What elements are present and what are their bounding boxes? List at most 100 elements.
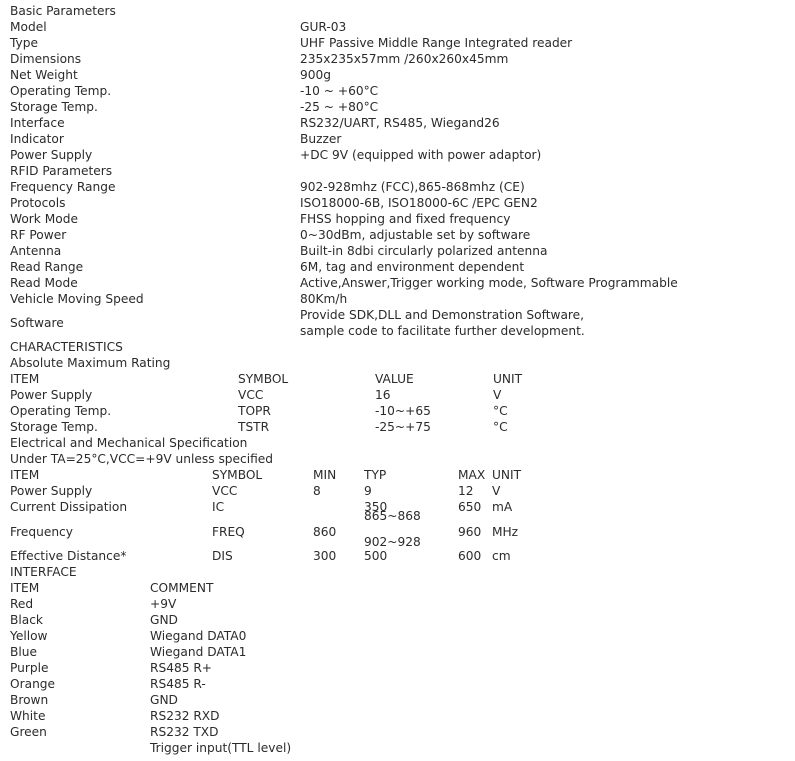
column-header-item: ITEM (10, 468, 40, 482)
section-heading-absolute-maximum-rating: Absolute Maximum Rating (0, 355, 795, 371)
cell-comment: Wiegand DATA0 (150, 629, 247, 643)
table-row-frequency-typ-line1: 865~868 (0, 508, 795, 524)
cell-symbol: TSTR (238, 420, 270, 434)
spec-value: 235x235x57mm /260x260x45mm (300, 52, 509, 66)
cell-comment: Wiegand DATA1 (150, 645, 247, 659)
section-heading-basic-parameters: Basic Parameters (0, 3, 795, 19)
spec-row-vehicle-moving-speed: Vehicle Moving Speed 80Km/h (0, 291, 795, 307)
column-header-symbol: SYMBOL (212, 468, 263, 482)
cell-comment: RS232 TXD (150, 725, 219, 739)
table-row: Black GND (0, 612, 795, 628)
spec-label: Interface (10, 116, 65, 130)
cell-symbol: TOPR (238, 404, 271, 418)
spec-row-dimensions: Dimensions 235x235x57mm /260x260x45mm (0, 51, 795, 67)
cell-max: 12 (458, 484, 474, 498)
column-header-typ: TYP (364, 468, 387, 482)
spec-label: Dimensions (10, 52, 82, 66)
table-header-absolute-maximum-rating: ITEM SYMBOL VALUE UNIT (0, 371, 795, 387)
spec-label: Protocols (10, 196, 66, 210)
cell-typ: 500 (364, 549, 388, 563)
column-header-symbol: SYMBOL (238, 372, 289, 386)
spec-row-antenna: Antenna Built-in 8dbi circularly polariz… (0, 243, 795, 259)
cell-typ: 9 (364, 484, 372, 498)
spec-row-net-weight: Net Weight 900g (0, 67, 795, 83)
spec-row-rf-power: RF Power 0~30dBm, adjustable set by soft… (0, 227, 795, 243)
section-heading-electrical-spec: Electrical and Mechanical Specification (0, 435, 795, 451)
spec-row-interface: Interface RS232/UART, RS485, Wiegand26 (0, 115, 795, 131)
spec-value: ISO18000-6B, ISO18000-6C /EPC GEN2 (300, 196, 538, 210)
spec-value: FHSS hopping and fixed frequency (300, 212, 511, 226)
spec-row-read-range: Read Range 6M, tag and environment depen… (0, 259, 795, 275)
table-row: Storage Temp. TSTR -25~+75 °C (0, 419, 795, 435)
table-row: Power Supply VCC 8 9 12 V (0, 483, 795, 499)
cell-item: Yellow (10, 629, 48, 643)
spec-label: Model (10, 20, 47, 34)
spec-value: -10 ~ +60°C (300, 84, 379, 98)
table-row: Brown GND (0, 692, 795, 708)
cell-comment: RS232 RXD (150, 709, 220, 723)
cell-item: Storage Temp. (10, 420, 98, 434)
cell-value: 16 (375, 388, 391, 402)
section-heading-characteristics: CHARACTERISTICS (0, 339, 795, 355)
spec-value: Buzzer (300, 132, 342, 146)
cell-item: White (10, 709, 46, 723)
cell-value: -10~+65 (375, 404, 431, 418)
note-text: Under TA=25°C,VCC=+9V unless specified (10, 452, 274, 466)
spec-row-storage-temp: Storage Temp. -25 ~ +80°C (0, 99, 795, 115)
cell-min: 300 (313, 549, 337, 563)
cell-comment: RS485 R- (150, 677, 206, 691)
table-header-interface: ITEM COMMENT (0, 580, 795, 596)
spec-row-frequency-range: Frequency Range 902-928mhz (FCC),865-868… (0, 179, 795, 195)
spec-row-power-supply: Power Supply +DC 9V (equipped with power… (0, 147, 795, 163)
section-title: CHARACTERISTICS (10, 340, 123, 354)
cell-item: Brown (10, 693, 49, 707)
spec-label: Net Weight (10, 68, 78, 82)
spec-row-model: Model GUR-03 (0, 19, 795, 35)
cell-item: Power Supply (10, 484, 93, 498)
spec-label: Power Supply (10, 148, 93, 162)
cell-unit: °C (493, 420, 508, 434)
spec-row-indicator: Indicator Buzzer (0, 131, 795, 147)
spec-value: +DC 9V (equipped with power adaptor) (300, 148, 542, 162)
section-title: INTERFACE (10, 565, 77, 579)
section-subtitle: Absolute Maximum Rating (10, 356, 171, 370)
cell-min: 8 (313, 484, 321, 498)
cell-item: Black (10, 613, 43, 627)
column-header-item: ITEM (10, 581, 40, 595)
cell-comment: RS485 R+ (150, 661, 213, 675)
spec-value: 902-928mhz (FCC),865-868mhz (CE) (300, 180, 525, 194)
spec-label: Work Mode (10, 212, 78, 226)
section-heading-interface: INTERFACE (0, 564, 795, 580)
cell-symbol: VCC (212, 484, 238, 498)
spec-value: 0~30dBm, adjustable set by software (300, 228, 531, 242)
spec-row-read-mode: Read Mode Active,Answer,Trigger working … (0, 275, 795, 291)
cell-unit: cm (492, 549, 511, 563)
spec-row-operating-temp: Operating Temp. -10 ~ +60°C (0, 83, 795, 99)
section-subtitle: Electrical and Mechanical Specification (10, 436, 248, 450)
table-row: Operating Temp. TOPR -10~+65 °C (0, 403, 795, 419)
table-row: Purple RS485 R+ (0, 660, 795, 676)
cell-item: Green (10, 725, 47, 739)
column-header-comment: COMMENT (150, 581, 214, 595)
spec-label: Operating Temp. (10, 84, 112, 98)
spec-value-line: sample code to facilitate further develo… (300, 324, 585, 338)
cell-item: Red (10, 597, 34, 611)
cell-comment: GND (150, 693, 178, 707)
cell-item: Orange (10, 677, 56, 691)
column-header-item: ITEM (10, 372, 40, 386)
cell-comment: GND (150, 613, 178, 627)
cell-comment: Trigger input(TTL level) (150, 741, 292, 755)
spec-label: Frequency Range (10, 180, 116, 194)
spec-value: GUR-03 (300, 20, 347, 34)
spec-value: Built-in 8dbi circularly polarized anten… (300, 244, 548, 258)
column-header-min: MIN (313, 468, 337, 482)
spec-value: RS232/UART, RS485, Wiegand26 (300, 116, 500, 130)
spec-value: -25 ~ +80°C (300, 100, 379, 114)
table-row: Yellow Wiegand DATA0 (0, 628, 795, 644)
table-header-electrical-spec: ITEM SYMBOL MIN TYP MAX UNIT (0, 467, 795, 483)
cell-item: Purple (10, 661, 49, 675)
cell-unit: °C (493, 404, 508, 418)
table-row: White RS232 RXD (0, 708, 795, 724)
cell-symbol: VCC (238, 388, 264, 402)
spec-value: 6M, tag and environment dependent (300, 260, 525, 274)
